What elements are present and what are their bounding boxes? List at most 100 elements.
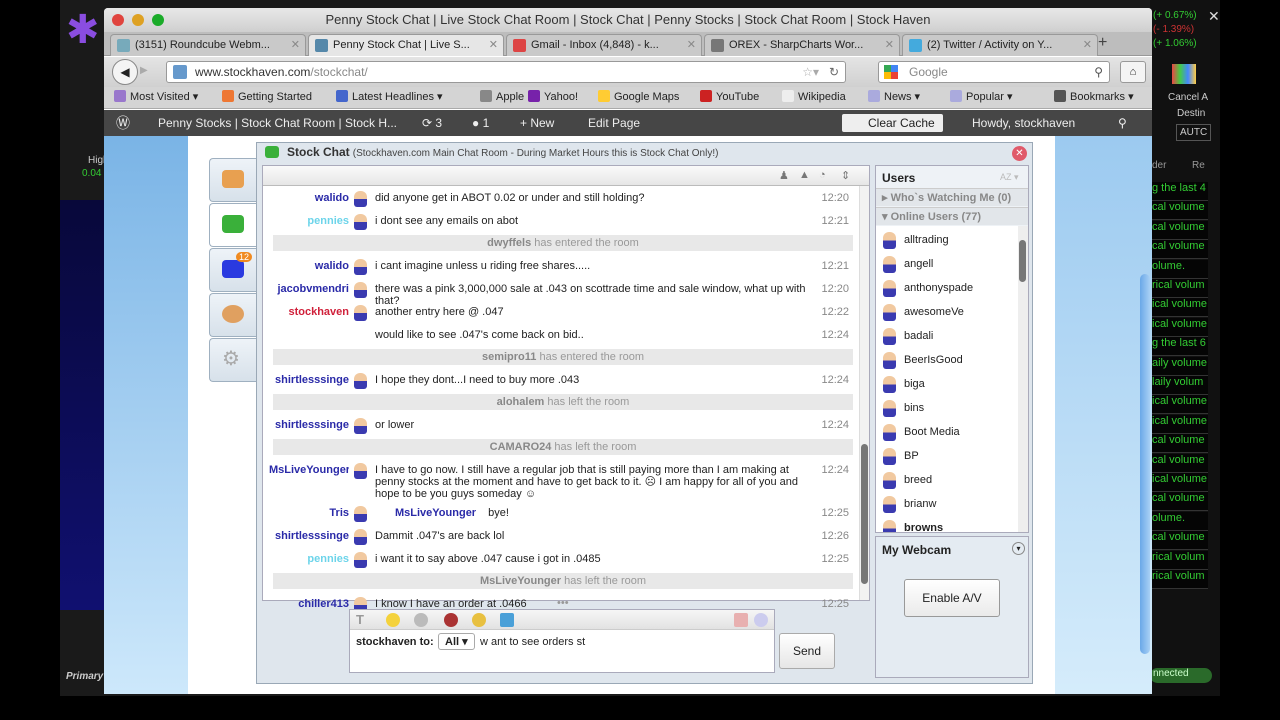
- home-button[interactable]: ⌂: [1120, 61, 1146, 83]
- clock-icon[interactable]: ◔: [819, 169, 826, 181]
- destination-select[interactable]: AUTC: [1176, 124, 1212, 141]
- reload-icon[interactable]: ↻: [829, 62, 839, 82]
- sidetab-settings[interactable]: ⚙: [209, 338, 256, 382]
- user-list-item[interactable]: angell: [882, 256, 1012, 280]
- bookmark-6[interactable]: YouTube: [700, 87, 759, 108]
- message-username[interactable]: chiller413: [269, 598, 349, 610]
- new-link[interactable]: + New: [520, 110, 554, 136]
- message-username[interactable]: walido: [269, 192, 349, 204]
- chart-icon[interactable]: [1172, 64, 1196, 84]
- message-username[interactable]: walido: [269, 260, 349, 272]
- user-list-item[interactable]: browns: [882, 520, 1012, 532]
- user-icon[interactable]: ♟: [779, 169, 789, 182]
- tab-1[interactable]: Penny Stock Chat | Live S... ✕: [308, 34, 504, 56]
- close-tab-icon[interactable]: ✕: [489, 35, 498, 56]
- message-username[interactable]: shirtlesssinge: [269, 374, 349, 386]
- resize-handle[interactable]: •••: [557, 597, 569, 609]
- bookmark-9[interactable]: Popular ▾: [950, 87, 1013, 108]
- wordpress-logo-icon[interactable]: Ⓦ: [116, 110, 130, 136]
- user-list-item[interactable]: awesomeVe: [882, 304, 1012, 328]
- bookmark-2[interactable]: Latest Headlines ▾: [336, 87, 443, 108]
- message-username[interactable]: shirtlesssinge: [269, 530, 349, 542]
- user-list-item[interactable]: breed: [882, 472, 1012, 496]
- cancel-all-button[interactable]: Cancel A: [1168, 92, 1208, 103]
- send-button[interactable]: Send: [779, 633, 835, 669]
- user-list-item[interactable]: BeerIsGood: [882, 352, 1012, 376]
- bookmark-5[interactable]: Google Maps: [598, 87, 679, 108]
- enable-av-button[interactable]: Enable A/V: [904, 579, 1000, 617]
- text-format-icon[interactable]: T: [356, 612, 364, 627]
- user-list-item[interactable]: BP: [882, 448, 1012, 472]
- bookmark-7[interactable]: Wikipedia: [782, 87, 846, 108]
- eraser-icon[interactable]: [734, 613, 748, 627]
- user-list-item[interactable]: biga: [882, 376, 1012, 400]
- bookmark-1[interactable]: Getting Started: [222, 87, 312, 108]
- message-username[interactable]: pennies: [269, 553, 349, 565]
- sidetab-chat[interactable]: [209, 203, 256, 247]
- user-account-menu[interactable]: Howdy, stockhaven: [972, 110, 1075, 136]
- primary-tab[interactable]: Primary: [66, 671, 103, 682]
- sort-users-button[interactable]: AZ ▾: [1000, 172, 1019, 183]
- bookmark-4[interactable]: Yahoo!: [528, 87, 578, 108]
- message-username[interactable]: shirtlesssinge: [269, 419, 349, 431]
- sidetab-users[interactable]: [209, 293, 256, 337]
- back-button[interactable]: ◀: [112, 59, 138, 85]
- close-chat-button[interactable]: ✕: [1012, 146, 1027, 161]
- users-scrollbar[interactable]: [1018, 226, 1028, 532]
- user-list-item[interactable]: badali: [882, 328, 1012, 352]
- close-tab-icon[interactable]: ✕: [687, 35, 696, 56]
- close-window-button[interactable]: [112, 14, 124, 26]
- clear-cache-button[interactable]: Clear Cache: [842, 114, 943, 132]
- sort-icon[interactable]: ⇕: [841, 169, 850, 182]
- history-icon[interactable]: [754, 613, 768, 627]
- user-list-item[interactable]: anthonyspade: [882, 280, 1012, 304]
- tab-0[interactable]: (3151) Roundcube Webm... ✕: [110, 34, 306, 56]
- online-users-section[interactable]: ▾ Online Users (77): [876, 207, 1028, 225]
- message-input[interactable]: w ant to see orders st: [480, 636, 585, 648]
- message-username[interactable]: Tris: [269, 507, 349, 519]
- edit-page-link[interactable]: Edit Page: [588, 110, 640, 136]
- search-icon[interactable]: ⚲: [1094, 62, 1103, 82]
- bookmark-10[interactable]: Bookmarks ▾: [1054, 87, 1134, 108]
- attachment-icon[interactable]: [414, 613, 428, 627]
- emoticon-icon[interactable]: [386, 613, 400, 627]
- bookmark-0[interactable]: Most Visited ▾: [114, 87, 198, 108]
- message-username[interactable]: jacobvmendri: [269, 283, 349, 295]
- warning-icon[interactable]: ▲: [799, 169, 810, 181]
- recipient-select[interactable]: All ▾: [438, 633, 475, 650]
- comments-link[interactable]: ● 1: [472, 110, 489, 136]
- tab-3[interactable]: OREX - SharpCharts Wor... ✕: [704, 34, 900, 56]
- bookmark-8[interactable]: News ▾: [868, 87, 920, 108]
- site-name-link[interactable]: Penny Stocks | Stock Chat Room | Stock H…: [158, 110, 397, 136]
- minimize-window-button[interactable]: [132, 14, 144, 26]
- url-bar[interactable]: www.stockhaven.com/stockchat/ ☆▾ ↻: [166, 61, 846, 83]
- bookmark-3[interactable]: Apple: [480, 87, 524, 108]
- user-list-item[interactable]: brianw: [882, 496, 1012, 520]
- scrollbar-thumb[interactable]: [861, 444, 868, 584]
- user-list-item[interactable]: bins: [882, 400, 1012, 424]
- message-username[interactable]: pennies: [269, 215, 349, 227]
- search-icon[interactable]: ⚲: [1118, 110, 1127, 136]
- image-icon[interactable]: [500, 613, 514, 627]
- user-list-item[interactable]: alltrading: [882, 232, 1012, 256]
- close-tab-icon[interactable]: ✕: [1083, 35, 1092, 56]
- sidetab-home[interactable]: [209, 158, 256, 202]
- scrollbar-thumb[interactable]: [1019, 240, 1026, 282]
- page-scrollbar[interactable]: [1140, 274, 1150, 654]
- search-input[interactable]: Google ⚲: [878, 61, 1110, 83]
- message-scrollbar[interactable]: [859, 186, 869, 600]
- avatar-icon[interactable]: [444, 613, 458, 627]
- collapse-webcam-button[interactable]: ▾: [1012, 542, 1025, 555]
- new-tab-button[interactable]: +: [1098, 34, 1107, 52]
- whos-watching-section[interactable]: ▸ Who`s Watching Me (0): [876, 188, 1028, 206]
- bell-icon[interactable]: [472, 613, 486, 627]
- user-list-item[interactable]: Boot Media: [882, 424, 1012, 448]
- forward-button[interactable]: ▶: [140, 65, 148, 76]
- close-icon[interactable]: ✕: [1208, 8, 1220, 25]
- zoom-window-button[interactable]: [152, 14, 164, 26]
- close-tab-icon[interactable]: ✕: [291, 35, 300, 56]
- message-username[interactable]: stockhaven: [269, 306, 349, 318]
- updates-link[interactable]: ⟳ 3: [422, 110, 442, 136]
- tab-4[interactable]: (2) Twitter / Activity on Y... ✕: [902, 34, 1098, 56]
- bookmark-star-icon[interactable]: ☆▾: [802, 62, 819, 82]
